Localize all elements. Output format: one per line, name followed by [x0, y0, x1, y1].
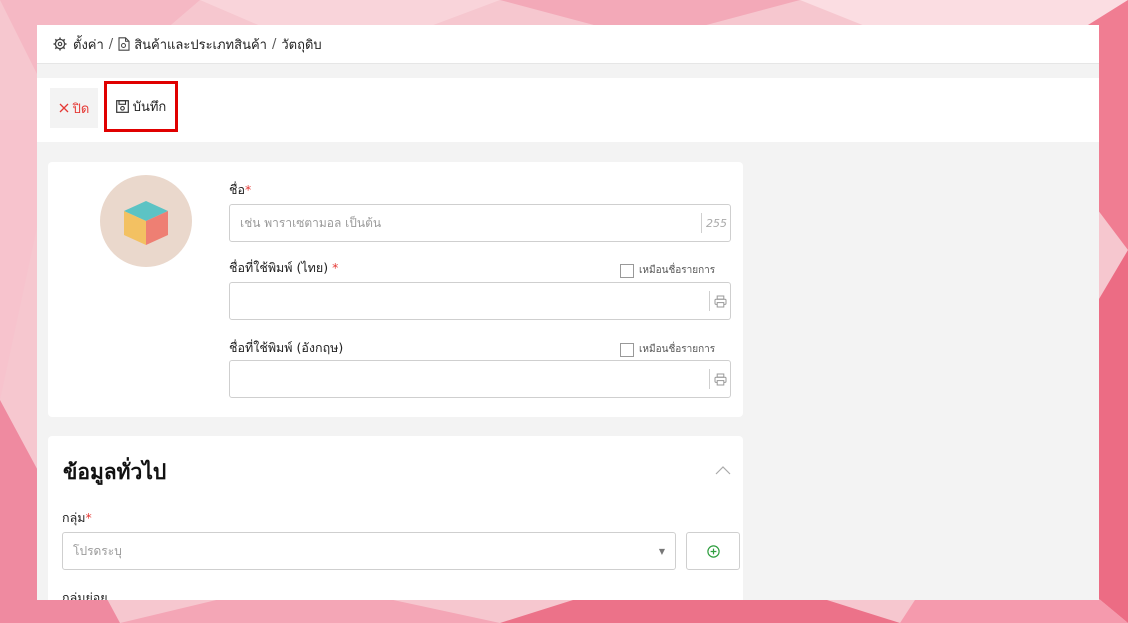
name-maxlength: 255: [701, 213, 730, 233]
document-icon: [118, 37, 130, 51]
section-title: ข้อมูลทั่วไป: [63, 460, 167, 484]
subgroup-label: กลุ่มย่อย: [62, 590, 108, 600]
breadcrumb-products[interactable]: สินค้าและประเภทสินค้า: [134, 34, 267, 55]
group-label-text: กลุ่ม: [62, 510, 86, 525]
toolbar: ปิด บันทึก: [37, 78, 1099, 142]
close-label: ปิด: [72, 101, 90, 117]
close-button[interactable]: ปิด: [50, 88, 98, 128]
same-as-item-en-label: เหมือนชื่อรายการ: [639, 344, 716, 355]
print-th-input[interactable]: [230, 283, 690, 319]
print-en-field[interactable]: [229, 360, 731, 398]
print-en-input[interactable]: [230, 361, 690, 397]
add-group-button[interactable]: [686, 532, 740, 570]
general-info-card: ข้อมูลทั่วไป กลุ่ม* โปรดระบุ ▼ กลุ่มย่อย: [48, 436, 743, 600]
chevron-up-icon[interactable]: [715, 460, 731, 479]
same-as-item-th-checkbox[interactable]: [620, 263, 634, 278]
save-button[interactable]: บันทึก: [104, 81, 178, 132]
group-select-value: โปรดระบุ: [73, 543, 122, 558]
printer-icon[interactable]: [709, 369, 730, 389]
required-mark: *: [332, 260, 339, 275]
gear-icon: [53, 37, 67, 51]
same-as-item-th[interactable]: เหมือนชื่อรายการ: [620, 263, 715, 278]
required-mark: *: [245, 182, 252, 197]
name-label: ชื่อ*: [229, 180, 251, 200]
plus-circle-icon: [706, 544, 720, 558]
breadcrumb: ตั้งค่า / สินค้าและประเภทสินค้า / วัตถุด…: [37, 25, 1099, 64]
cube-icon: [124, 201, 168, 245]
group-select[interactable]: โปรดระบุ ▼: [62, 532, 676, 570]
breadcrumb-separator: /: [271, 36, 277, 52]
same-as-item-th-label: เหมือนชื่อรายการ: [639, 265, 716, 276]
print-th-field[interactable]: [229, 282, 731, 320]
caret-down-icon: ▼: [658, 547, 665, 556]
same-as-item-en-checkbox[interactable]: [620, 342, 634, 357]
printer-icon[interactable]: [709, 291, 730, 311]
print-th-label-text: ชื่อที่ใช้พิมพ์ (ไทย): [229, 260, 329, 275]
product-image[interactable]: [100, 175, 192, 267]
print-th-label: ชื่อที่ใช้พิมพ์ (ไทย) *: [229, 258, 338, 278]
print-en-label: ชื่อที่ใช้พิมพ์ (อังกฤษ): [229, 340, 344, 355]
name-input[interactable]: [230, 205, 690, 241]
floppy-icon: [115, 100, 129, 113]
name-label-text: ชื่อ: [229, 182, 245, 197]
breadcrumb-settings[interactable]: ตั้งค่า: [73, 34, 104, 55]
save-label: บันทึก: [132, 100, 167, 115]
app-window: ตั้งค่า / สินค้าและประเภทสินค้า / วัตถุด…: [37, 25, 1099, 600]
breadcrumb-separator: /: [108, 36, 114, 52]
same-as-item-en[interactable]: เหมือนชื่อรายการ: [620, 342, 715, 357]
required-mark: *: [85, 510, 92, 525]
group-label: กลุ่ม*: [62, 508, 92, 528]
name-card: ชื่อ* 255 ชื่อที่ใช้พิมพ์ (ไทย) * เหมือน…: [48, 162, 743, 417]
close-icon: [59, 103, 69, 113]
breadcrumb-current: วัตถุดิบ: [281, 37, 322, 53]
name-field[interactable]: 255: [229, 204, 731, 242]
